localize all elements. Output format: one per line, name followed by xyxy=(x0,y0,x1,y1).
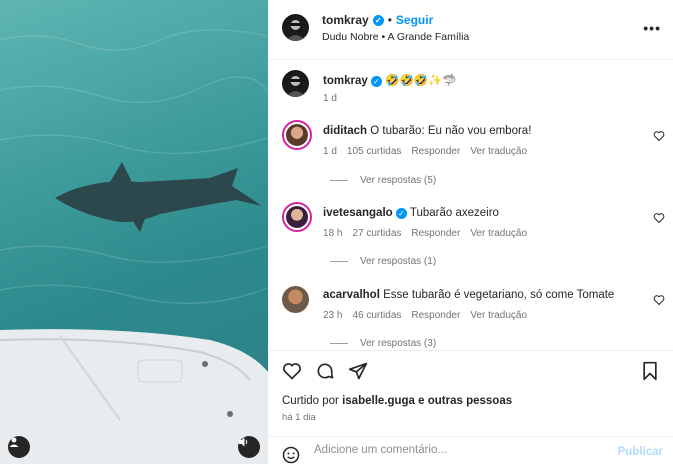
comment-username[interactable]: ivetesangalo xyxy=(323,207,393,219)
view-replies-button[interactable]: Ver respostas (5) xyxy=(330,175,436,186)
share-icon[interactable] xyxy=(348,361,368,381)
reply-button[interactable]: Responder xyxy=(411,310,460,321)
heart-icon[interactable] xyxy=(653,294,665,306)
add-comment-bar: Publicar xyxy=(268,436,673,464)
verified-icon: ✓ xyxy=(395,208,407,219)
boat-deck xyxy=(0,329,268,464)
liked-by-others[interactable]: e outras pessoas xyxy=(418,395,512,407)
view-replies-label: Ver respostas (1) xyxy=(360,256,437,267)
heart-icon[interactable] xyxy=(653,212,665,224)
post-panel: tomkray ✓ • Seguir Dudu Nobre • A Grande… xyxy=(268,0,673,464)
post-header: tomkray ✓ • Seguir Dudu Nobre • A Grande… xyxy=(268,0,673,60)
sound-icon xyxy=(239,437,248,447)
caption-time: 1 d xyxy=(323,93,337,104)
avatar[interactable] xyxy=(282,14,309,41)
user-tag-icon xyxy=(9,437,19,447)
audio-link[interactable]: Dudu Nobre • A Grande Família xyxy=(322,31,469,43)
view-replies-label: Ver respostas (5) xyxy=(360,175,437,186)
post-username[interactable]: tomkray xyxy=(322,13,369,27)
post-date: há 1 dia xyxy=(282,412,316,423)
translate-button[interactable]: Ver tradução xyxy=(470,146,527,157)
comment-time: 1 d xyxy=(323,146,337,157)
shark-photo xyxy=(0,29,268,464)
comment-text: O tubarão: Eu não vou embora! xyxy=(370,125,532,137)
comment-text: Tubarão axezeiro xyxy=(409,207,499,219)
comment-username[interactable]: acarvalhol xyxy=(323,289,380,301)
avatar[interactable] xyxy=(282,202,312,232)
translate-button[interactable]: Ver tradução xyxy=(470,310,527,321)
reply-button[interactable]: Responder xyxy=(411,146,460,157)
shark-shape xyxy=(55,162,262,232)
heart-icon[interactable] xyxy=(653,130,665,142)
more-options-button[interactable]: ••• xyxy=(643,20,661,36)
reply-button[interactable]: Responder xyxy=(411,228,460,239)
liked-by: Curtido por isabelle.guga e outras pesso… xyxy=(282,395,513,407)
avatar[interactable] xyxy=(282,70,309,97)
emoji-icon[interactable] xyxy=(282,446,300,464)
translate-button[interactable]: Ver tradução xyxy=(470,228,527,239)
comment-input[interactable] xyxy=(314,444,604,456)
comment-text: Esse tubarão é vegetariano, só come Toma… xyxy=(383,289,615,301)
separator-dot: • xyxy=(387,13,392,27)
view-replies-button[interactable]: Ver respostas (3) xyxy=(330,338,436,349)
verified-icon: ✓ xyxy=(372,14,384,26)
comment-time: 23 h xyxy=(323,310,343,321)
avatar[interactable] xyxy=(282,286,309,313)
publish-button[interactable]: Publicar xyxy=(618,446,663,458)
comment-likes[interactable]: 105 curtidas xyxy=(347,146,401,157)
view-replies-label: Ver respostas (3) xyxy=(360,338,437,349)
comment-likes[interactable]: 27 curtidas xyxy=(352,228,401,239)
caption-username[interactable]: tomkray xyxy=(323,75,368,87)
caption-text: 🤣🤣🤣✨🦈 xyxy=(385,75,457,87)
follow-button[interactable]: Seguir xyxy=(396,13,433,27)
comment-likes[interactable]: 46 curtidas xyxy=(352,310,401,321)
comment-username[interactable]: diditach xyxy=(323,125,367,137)
liked-by-user[interactable]: isabelle.guga xyxy=(342,395,415,407)
view-replies-button[interactable]: Ver respostas (1) xyxy=(330,256,436,267)
sound-button[interactable] xyxy=(238,436,260,458)
heart-icon[interactable] xyxy=(282,361,302,381)
bookmark-icon[interactable] xyxy=(641,361,659,381)
comment-icon[interactable] xyxy=(315,361,335,381)
user-tag-button[interactable] xyxy=(8,436,30,458)
post-media[interactable] xyxy=(0,0,268,464)
avatar[interactable] xyxy=(282,120,312,150)
action-bar xyxy=(268,350,673,400)
verified-icon: ✓ xyxy=(370,76,382,87)
comment-time: 18 h xyxy=(323,228,343,239)
